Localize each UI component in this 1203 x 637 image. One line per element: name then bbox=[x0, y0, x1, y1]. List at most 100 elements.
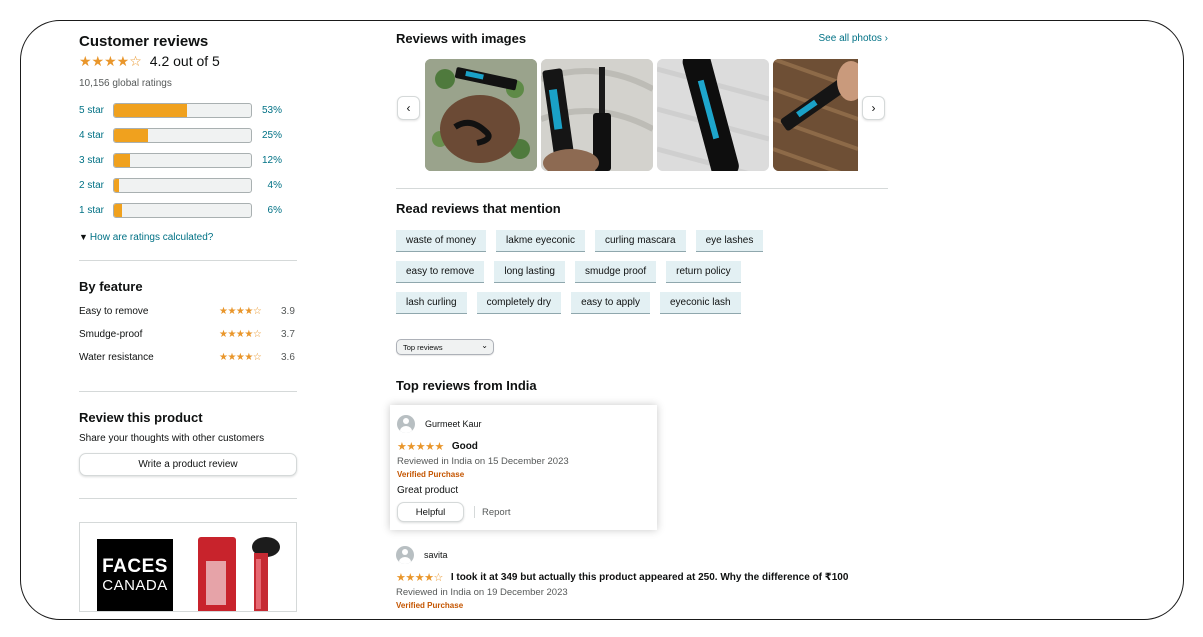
reviewer-name: savita bbox=[424, 550, 448, 560]
mascara-wand-image bbox=[252, 537, 280, 611]
sort-selected-value: Top reviews bbox=[403, 342, 443, 352]
chip-row: easy to remove long lasting smudge proof… bbox=[396, 261, 888, 283]
feature-row: Smudge-proof ★★★★☆ 3.7 bbox=[79, 323, 299, 346]
mention-chip[interactable]: easy to remove bbox=[396, 261, 485, 283]
histogram-percent: 6% bbox=[267, 205, 282, 216]
verified-purchase-badge: Verified Purchase bbox=[397, 470, 465, 479]
histogram-percent: 25% bbox=[261, 130, 282, 141]
histogram-bar-fill bbox=[114, 154, 131, 167]
how-ratings-calculated-link[interactable]: ▼ How are ratings calculated? bbox=[79, 232, 299, 243]
mention-chip[interactable]: waste of money bbox=[396, 230, 487, 252]
review-images-carousel: ‹ › bbox=[396, 59, 891, 171]
chevron-down-icon: ⌄ bbox=[481, 341, 488, 350]
review-body: Great product bbox=[397, 485, 459, 496]
brand-logo-line1: FACES bbox=[102, 556, 168, 577]
divider bbox=[396, 188, 888, 189]
report-link[interactable]: Report bbox=[482, 507, 511, 518]
review-title[interactable]: I took it at 349 but actually this produ… bbox=[451, 572, 849, 583]
mention-chips: waste of money lakme eyeconic curling ma… bbox=[396, 230, 888, 323]
mention-chip[interactable]: curling mascara bbox=[594, 230, 686, 252]
chevron-right-icon: › bbox=[871, 101, 876, 115]
histogram-label: 1 star bbox=[79, 205, 105, 216]
feature-stars-icon: ★★★★☆ bbox=[219, 306, 262, 317]
histogram-bar-fill bbox=[114, 129, 149, 142]
brand-logo: FACES CANADA bbox=[97, 539, 173, 611]
histogram-row-3[interactable]: 3 star 12% bbox=[79, 148, 299, 173]
histogram-row-5[interactable]: 5 star 53% bbox=[79, 98, 299, 123]
mention-chip[interactable]: eye lashes bbox=[695, 230, 764, 252]
feature-name: Water resistance bbox=[79, 352, 154, 363]
mention-chip[interactable]: lakme eyeconic bbox=[496, 230, 585, 252]
divider bbox=[79, 498, 297, 499]
write-review-button[interactable]: Write a product review bbox=[79, 453, 297, 476]
customer-reviews-heading: Customer reviews bbox=[79, 33, 209, 50]
review-date: Reviewed in India on 19 December 2023 bbox=[396, 587, 568, 598]
feature-list: Easy to remove ★★★★☆ 3.9 Smudge-proof ★★… bbox=[79, 300, 299, 369]
chevron-down-icon: ▼ bbox=[79, 232, 88, 242]
histogram-label: 5 star bbox=[79, 105, 105, 116]
helpful-button[interactable]: Helpful bbox=[397, 502, 464, 522]
chip-row: waste of money lakme eyeconic curling ma… bbox=[396, 230, 888, 252]
review-stars-icon: ★★★★☆ bbox=[396, 572, 443, 584]
histogram-percent: 4% bbox=[267, 180, 282, 191]
how-ratings-calculated-text: How are ratings calculated? bbox=[89, 232, 214, 243]
feature-row: Easy to remove ★★★★☆ 3.9 bbox=[79, 300, 299, 323]
divider bbox=[79, 260, 297, 261]
avatar-icon bbox=[396, 546, 414, 564]
top-reviews-heading: Top reviews from India bbox=[396, 378, 537, 393]
mention-chip[interactable]: lash curling bbox=[396, 292, 467, 314]
chevron-left-icon: ‹ bbox=[406, 101, 411, 115]
average-rating-text: 4.2 out of 5 bbox=[149, 53, 220, 69]
reviews-with-images-header: Reviews with images See all photos › bbox=[396, 31, 888, 46]
review-title[interactable]: Good bbox=[452, 441, 478, 452]
review-image-thumbnail[interactable] bbox=[541, 59, 653, 171]
page-frame: Customer reviews ★★★★☆ 4.2 out of 5 10,1… bbox=[20, 20, 1184, 620]
review-item: savita ★★★★☆ I took it at 349 but actual… bbox=[396, 546, 891, 610]
sort-dropdown[interactable]: Top reviews ⌄ bbox=[396, 339, 494, 355]
carousel-prev-button[interactable]: ‹ bbox=[397, 96, 420, 120]
review-date: Reviewed in India on 15 December 2023 bbox=[397, 456, 569, 467]
mention-chip[interactable]: return policy bbox=[666, 261, 741, 283]
review-image-thumbnail[interactable] bbox=[657, 59, 769, 171]
sponsored-ad[interactable]: FACES CANADA bbox=[79, 522, 297, 612]
histogram-percent: 12% bbox=[261, 155, 282, 166]
mention-chip[interactable]: easy to apply bbox=[571, 292, 650, 314]
review-image-thumbnail[interactable] bbox=[425, 59, 537, 171]
avatar-icon bbox=[397, 415, 415, 433]
histogram-bar-fill bbox=[114, 204, 123, 217]
ratings-column: Customer reviews ★★★★☆ 4.2 out of 5 10,1… bbox=[79, 33, 299, 612]
mention-chip[interactable]: long lasting bbox=[494, 261, 565, 283]
see-all-photos-link[interactable]: See all photos › bbox=[819, 33, 889, 44]
histogram-bar bbox=[113, 103, 252, 118]
review-product-subtitle: Share your thoughts with other customers bbox=[79, 433, 265, 444]
average-rating[interactable]: ★★★★☆ 4.2 out of 5 bbox=[79, 53, 299, 69]
mention-chip[interactable]: smudge proof bbox=[574, 261, 657, 283]
review-image-thumbnail[interactable] bbox=[773, 59, 858, 171]
verified-purchase-badge: Verified Purchase bbox=[396, 601, 464, 610]
histogram-row-1[interactable]: 1 star 6% bbox=[79, 198, 299, 223]
feature-value: 3.9 bbox=[281, 306, 295, 317]
histogram-label: 4 star bbox=[79, 130, 105, 141]
feature-name: Smudge-proof bbox=[79, 329, 143, 340]
histogram-bar bbox=[113, 178, 252, 193]
mention-chip[interactable]: eyeconic lash bbox=[660, 292, 741, 314]
feature-stars-icon: ★★★★☆ bbox=[219, 329, 262, 340]
by-feature-heading: By feature bbox=[79, 279, 143, 294]
reviewer-profile[interactable]: savita bbox=[396, 546, 891, 564]
reviewer-name: Gurmeet Kaur bbox=[425, 419, 482, 429]
histogram-percent: 53% bbox=[261, 105, 282, 116]
carousel-next-button[interactable]: › bbox=[862, 96, 885, 120]
read-reviews-mention-heading: Read reviews that mention bbox=[396, 201, 561, 216]
review-header: ★★★★☆ I took it at 349 but actually this… bbox=[396, 571, 891, 584]
review-header: ★★★★★ Good bbox=[397, 440, 650, 453]
histogram-bar bbox=[113, 128, 252, 143]
histogram-label: 2 star bbox=[79, 180, 105, 191]
histogram-row-2[interactable]: 2 star 4% bbox=[79, 173, 299, 198]
mention-chip[interactable]: completely dry bbox=[476, 292, 562, 314]
histogram-row-4[interactable]: 4 star 25% bbox=[79, 123, 299, 148]
divider bbox=[79, 391, 297, 392]
feature-value: 3.6 bbox=[281, 352, 295, 363]
reviewer-profile[interactable]: Gurmeet Kaur bbox=[397, 415, 650, 433]
rating-histogram: 5 star 53% 4 star 25% 3 star 12% 2 star … bbox=[79, 98, 299, 223]
global-ratings-count: 10,156 global ratings bbox=[79, 78, 172, 89]
